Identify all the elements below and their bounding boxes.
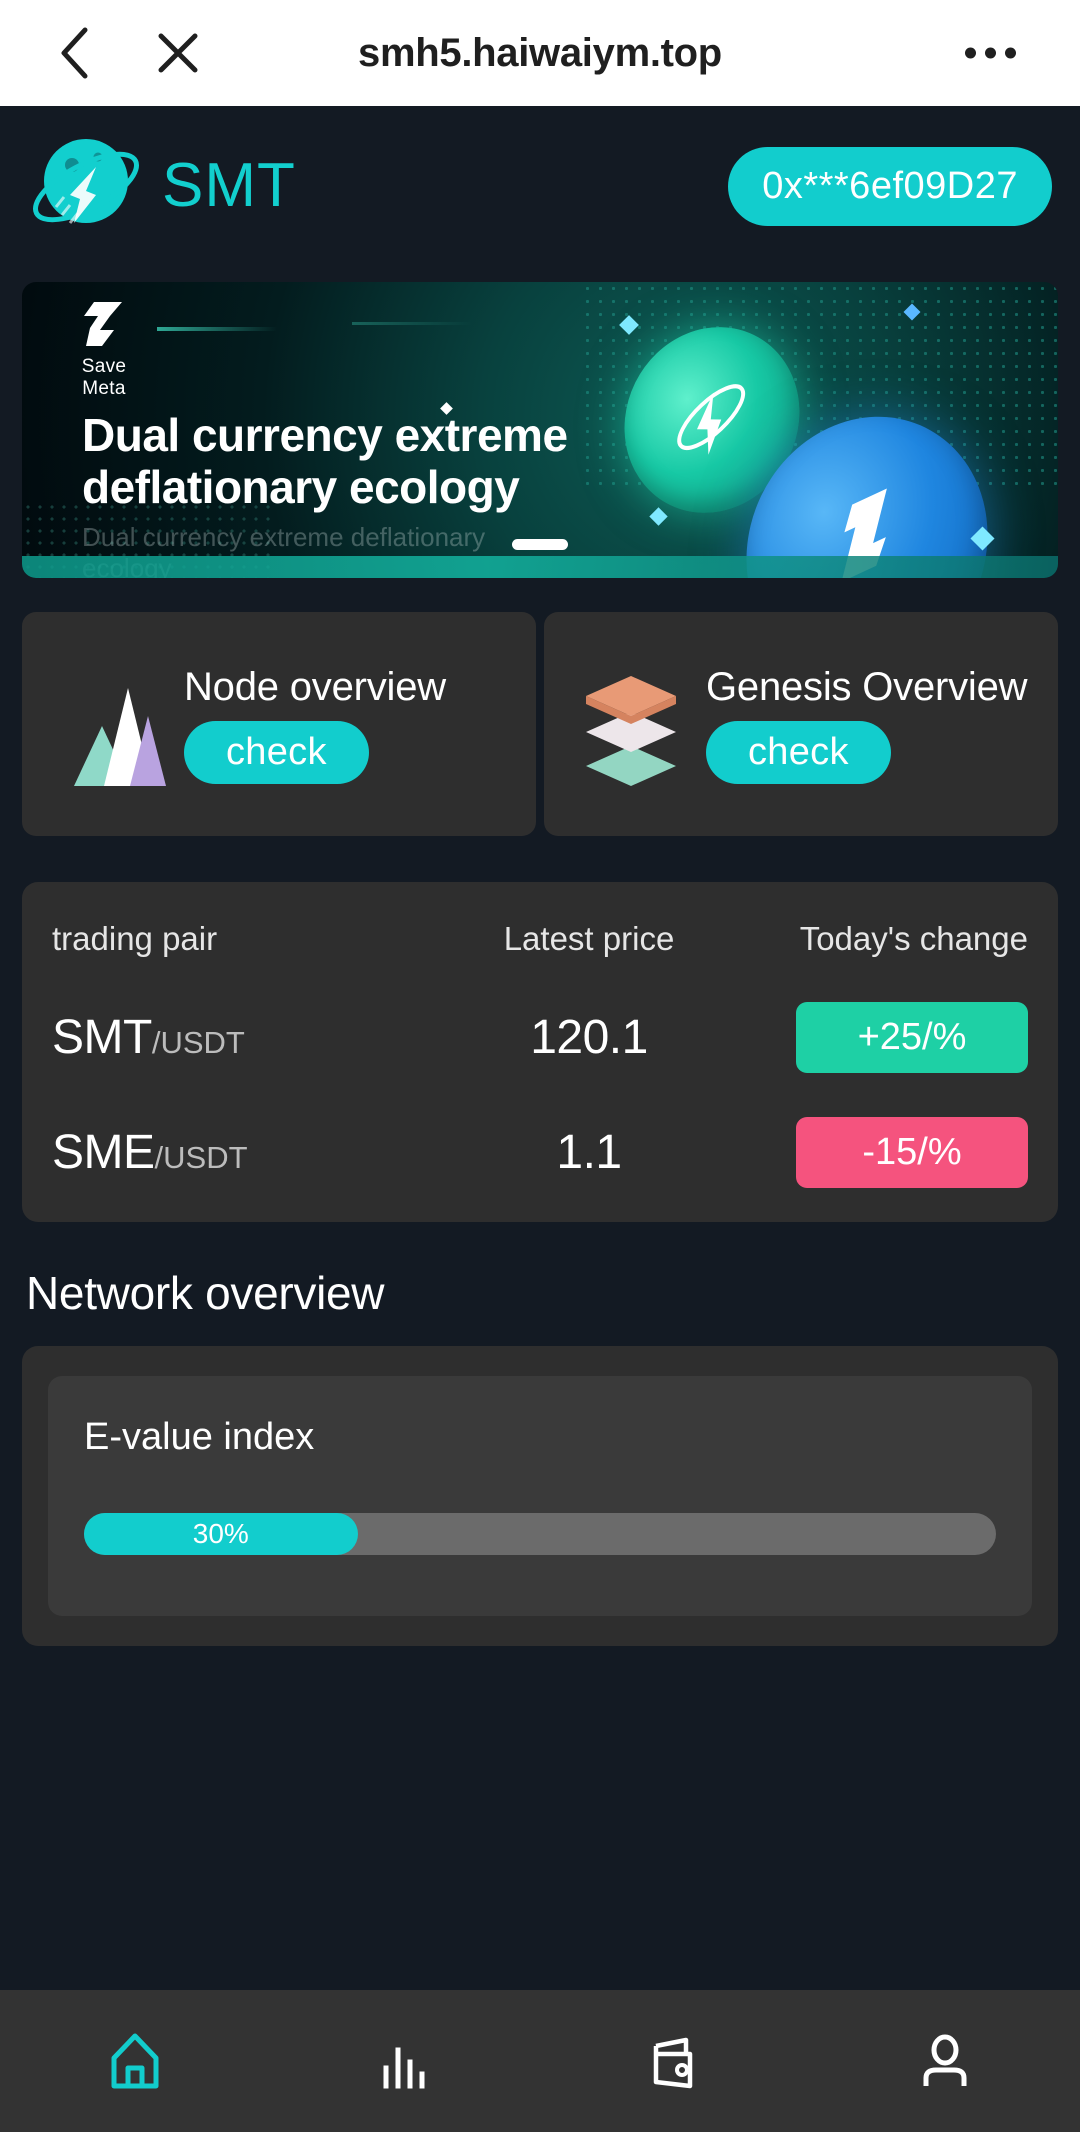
banner-headline: Dual currency extreme deflationary ecolo… xyxy=(82,410,642,513)
e-value-index-panel: E-value index 30% xyxy=(48,1376,1032,1616)
header-todays-change: Today's change xyxy=(796,920,1028,958)
e-value-progress-fill: 30% xyxy=(84,1513,358,1555)
nav-item-profile[interactable] xyxy=(810,1990,1080,2132)
wallet-address-button[interactable]: 0x***6ef09D27 xyxy=(728,147,1052,226)
decor-line xyxy=(352,322,472,325)
price-cell: 1.1 xyxy=(382,1125,796,1180)
status-badge: +25/% xyxy=(796,1002,1028,1073)
price-table-header: trading pair Latest price Today's change xyxy=(52,920,1028,958)
node-overview-card[interactable]: Node overview check xyxy=(22,612,536,836)
save-meta-logo xyxy=(76,296,132,352)
nav-item-home[interactable] xyxy=(0,1990,270,2132)
banner-bottom-strip xyxy=(22,556,1058,578)
nav-item-market[interactable] xyxy=(270,1990,540,2132)
page-title: Network overview xyxy=(26,1266,1080,1320)
genesis-overview-card[interactable]: Genesis Overview check xyxy=(544,612,1058,836)
browser-chrome: smh5.haiwaiym.top xyxy=(0,0,1080,106)
smt-planet-rocket-logo xyxy=(26,131,148,241)
node-overview-check-button[interactable]: check xyxy=(184,721,369,784)
wallet-icon xyxy=(642,2028,708,2094)
e-value-index-label: E-value index xyxy=(84,1416,996,1459)
close-icon xyxy=(154,29,202,77)
stacked-layers-icon xyxy=(566,654,696,794)
mountain-peaks-icon xyxy=(44,654,174,794)
overview-card-row: Node overview check Genesis Overview che… xyxy=(22,612,1058,836)
profile-icon xyxy=(912,2028,978,2094)
brand: SMT xyxy=(26,131,296,241)
header-trading-pair: trading pair xyxy=(52,920,382,958)
carousel-indicator[interactable] xyxy=(512,539,568,550)
sparkle-icon xyxy=(649,507,667,525)
price-table-card: trading pair Latest price Today's change… xyxy=(22,882,1058,1222)
genesis-overview-check-button[interactable]: check xyxy=(706,721,891,784)
more-options-button[interactable] xyxy=(965,48,1016,59)
more-options-icon xyxy=(965,48,976,59)
table-row[interactable]: SMT/USDT 120.1 +25/% xyxy=(52,1002,1028,1073)
bar-chart-icon xyxy=(372,2028,438,2094)
pair-symbol: SME xyxy=(52,1126,155,1179)
promo-banner[interactable]: Save Meta Dual currency extreme deflatio… xyxy=(22,282,1058,578)
table-row[interactable]: SME/USDT 1.1 -15/% xyxy=(52,1117,1028,1188)
network-overview-card: E-value index 30% xyxy=(22,1346,1058,1646)
more-options-icon xyxy=(1005,48,1016,59)
pair-symbol: SMT xyxy=(52,1011,152,1064)
price-cell: 120.1 xyxy=(382,1010,796,1065)
home-icon xyxy=(102,2028,168,2094)
status-badge: -15/% xyxy=(796,1117,1028,1188)
node-overview-title: Node overview xyxy=(184,664,522,711)
smt-coin-glyph xyxy=(646,346,779,493)
bottom-navigation xyxy=(0,1990,1080,2132)
pair-cell: SMT/USDT xyxy=(52,1010,382,1065)
genesis-overview-body: Genesis Overview check xyxy=(706,664,1044,784)
price-value: 120.1 xyxy=(530,1011,648,1064)
node-overview-body: Node overview check xyxy=(184,664,522,784)
change-cell: +25/% xyxy=(796,1002,1028,1073)
genesis-overview-title: Genesis Overview xyxy=(706,664,1044,711)
save-meta-label: Save Meta xyxy=(58,356,150,400)
pair-quote: /USDT xyxy=(155,1140,248,1175)
chevron-left-icon xyxy=(57,26,91,80)
brand-name: SMT xyxy=(162,155,296,217)
nav-item-wallet[interactable] xyxy=(540,1990,810,2132)
decor-line xyxy=(157,327,277,331)
pair-quote: /USDT xyxy=(152,1025,245,1060)
e-value-progress-bar: 30% xyxy=(84,1513,996,1555)
more-options-icon xyxy=(985,48,996,59)
save-meta-logo-block: Save Meta xyxy=(58,296,150,400)
close-button[interactable] xyxy=(152,27,204,79)
change-cell: -15/% xyxy=(796,1117,1028,1188)
app-header: SMT 0x***6ef09D27 xyxy=(0,106,1080,266)
back-button[interactable] xyxy=(48,27,100,79)
price-value: 1.1 xyxy=(556,1126,621,1179)
header-latest-price: Latest price xyxy=(382,920,796,958)
pair-cell: SME/USDT xyxy=(52,1125,382,1180)
